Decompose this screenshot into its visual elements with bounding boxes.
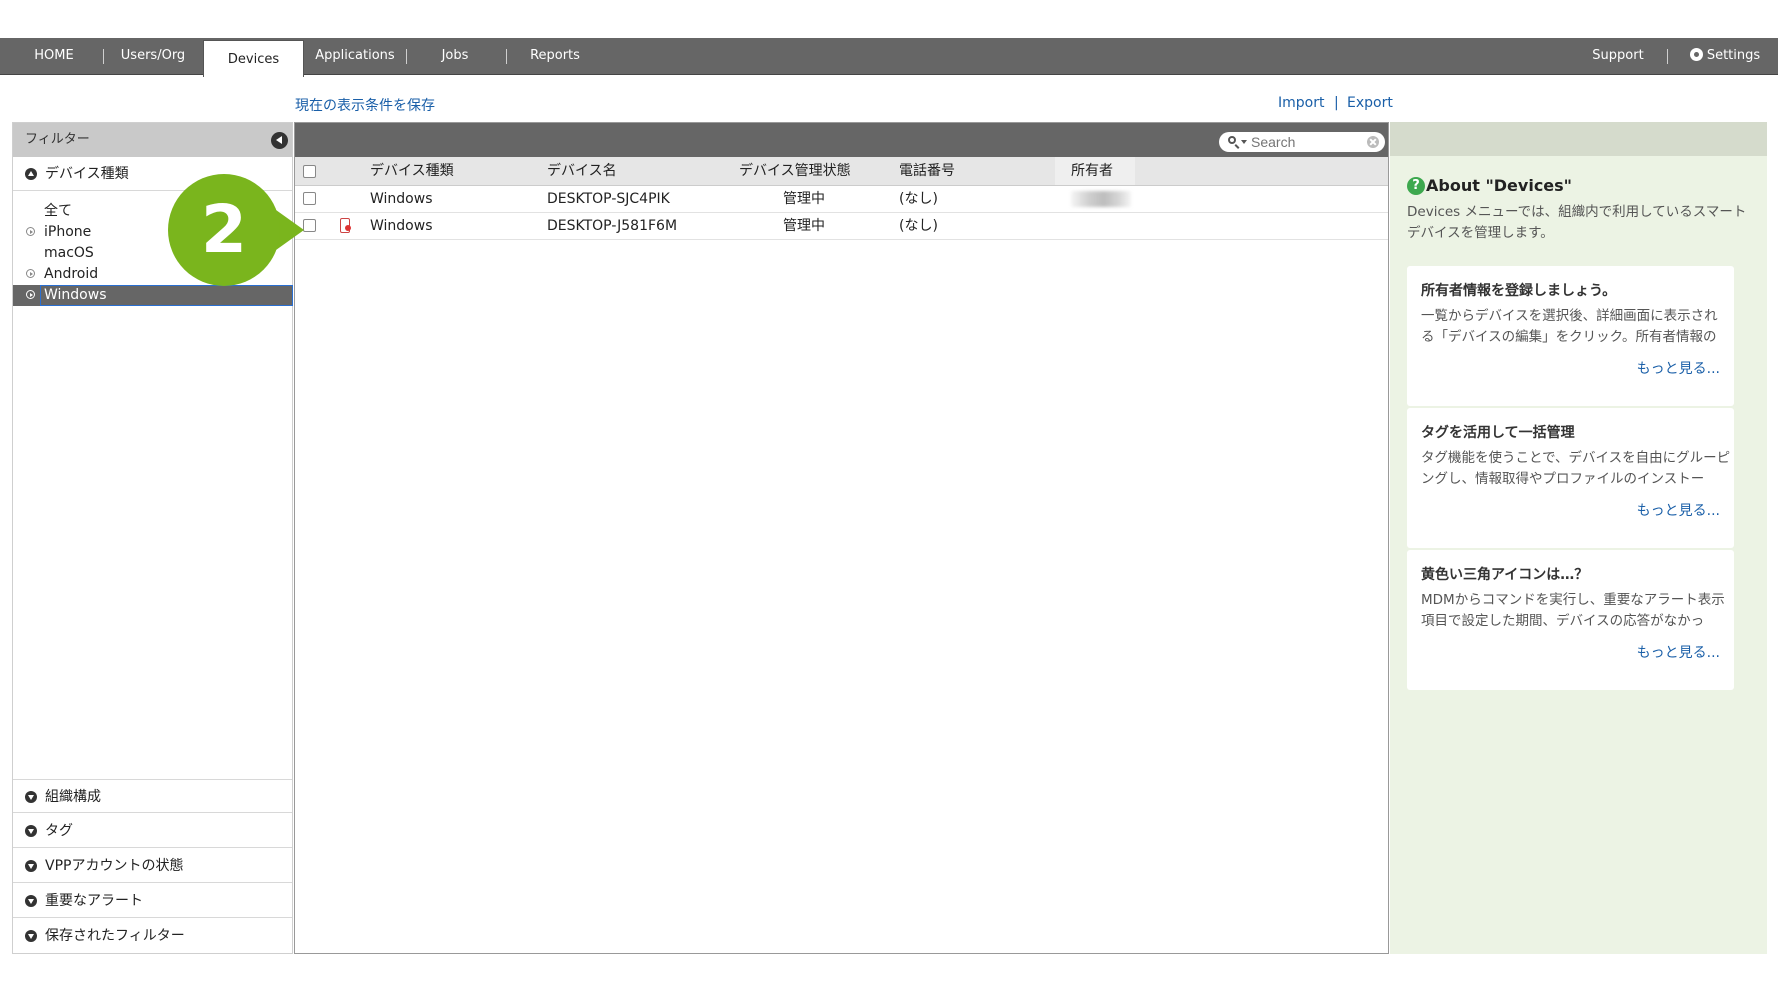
tab-users-org[interactable]: Users/Org	[110, 38, 196, 74]
cell-device-name: DESKTOP-SJC4PIK	[547, 191, 670, 207]
column-header-status[interactable]: デバイス管理状態	[739, 157, 851, 185]
tree-item-label: Android	[44, 266, 99, 282]
cell-phone: (なし)	[899, 218, 938, 234]
help-card: タグを活用して一括管理 タグ機能を使うことで、デバイスを自由にグルーピングし、情…	[1407, 408, 1734, 548]
card-title: 所有者情報を登録しましょう。	[1421, 283, 1617, 299]
export-link[interactable]: Export	[1347, 95, 1393, 111]
tab-jobs[interactable]: Jobs	[418, 38, 492, 74]
chevron-down-icon	[25, 825, 37, 837]
search-icon	[1228, 136, 1236, 144]
chevron-up-icon	[25, 168, 37, 180]
section-label: 組織構成	[45, 789, 101, 805]
expand-arrow-icon[interactable]	[26, 269, 35, 278]
settings-label: Settings	[1706, 48, 1761, 63]
nav-separator	[406, 49, 407, 64]
section-label: VPPアカウントの状態	[45, 858, 184, 874]
column-header-type[interactable]: デバイス種類	[370, 157, 454, 185]
chevron-down-icon	[25, 895, 37, 907]
cell-phone: (なし)	[899, 191, 938, 207]
nav-separator	[1667, 49, 1668, 64]
tree-item-label: macOS	[44, 245, 94, 261]
filter-title: フィルター	[25, 132, 90, 147]
card-body: タグ機能を使うことで、デバイスを自由にグルーピングし、情報取得やプロファイルのイ…	[1421, 450, 1731, 487]
dropdown-arrow-icon[interactable]	[1241, 140, 1247, 144]
settings-button[interactable]: Settings	[1678, 38, 1772, 74]
step-number: 2	[201, 191, 247, 268]
device-alert-icon	[340, 218, 351, 233]
section-label: デバイス種類	[45, 166, 129, 182]
chevron-down-icon	[25, 791, 37, 803]
section-org[interactable]: 組織構成	[13, 779, 292, 813]
tree-item-label: Windows	[44, 287, 107, 303]
card-title: 黄色い三角アイコンは…？	[1421, 567, 1589, 583]
cell-type: Windows	[370, 191, 433, 207]
help-description: Devices メニューでは、組織内で利用しているスマートデバイスを管理します。	[1407, 204, 1747, 241]
column-header-owner[interactable]: 所有者	[1055, 157, 1135, 185]
table-row[interactable]: Windows DESKTOP-J581F6M 管理中 (なし)	[295, 213, 1388, 240]
row-checkbox[interactable]	[303, 192, 316, 205]
tab-devices[interactable]: Devices	[203, 40, 304, 77]
expand-arrow-icon[interactable]	[26, 227, 35, 236]
tree-item-label: 全て	[44, 203, 72, 219]
section-saved-filters[interactable]: 保存されたフィルター	[13, 919, 292, 953]
expand-arrow-icon[interactable]	[26, 290, 35, 299]
tab-applications[interactable]: Applications	[312, 38, 398, 74]
clear-icon[interactable]	[1367, 136, 1379, 148]
nav-separator	[506, 49, 507, 64]
section-tags[interactable]: タグ	[13, 814, 292, 848]
help-icon: ?	[1407, 177, 1425, 195]
list-toolbar	[295, 123, 1388, 157]
help-panel: ? About "Devices" Devices メニューでは、組織内で利用し…	[1390, 122, 1767, 954]
row-checkbox[interactable]	[303, 219, 316, 232]
help-card: 黄色い三角アイコンは…？ MDMからコマンドを実行し、重要なアラート表示項目で設…	[1407, 550, 1734, 690]
chevron-down-icon	[25, 930, 37, 942]
help-card: 所有者情報を登録しましょう。 一覧からデバイスを選択後、詳細画面に表示される「デ…	[1407, 266, 1734, 406]
filter-header: フィルター	[13, 123, 292, 157]
device-list-panel: デバイス種類 デバイス名 デバイス管理状態 電話番号 所有者 Windows D…	[294, 122, 1389, 954]
search-input[interactable]	[1251, 134, 1361, 150]
import-link[interactable]: Import	[1278, 95, 1324, 111]
section-vpp[interactable]: VPPアカウントの状態	[13, 849, 292, 883]
save-view-link[interactable]: 現在の表示条件を保存	[295, 95, 435, 115]
card-title: タグを活用して一括管理	[1421, 425, 1575, 441]
support-link[interactable]: Support	[1580, 38, 1656, 74]
tab-home[interactable]: HOME	[14, 38, 94, 74]
cell-type: Windows	[370, 218, 433, 234]
cell-status: 管理中	[783, 218, 825, 234]
card-body: MDMからコマンドを実行し、重要なアラート表示項目で設定した期間、デバイスの応答…	[1421, 592, 1725, 629]
see-more-link[interactable]: もっと見る...	[1637, 358, 1720, 378]
card-body: 一覧からデバイスを選択後、詳細画面に表示される「デバイスの編集」をクリック。所有…	[1421, 308, 1718, 345]
help-title: About "Devices"	[1426, 176, 1573, 195]
cell-device-name: DESKTOP-J581F6M	[547, 218, 678, 234]
section-label: タグ	[45, 823, 73, 839]
column-header-phone[interactable]: 電話番号	[899, 157, 955, 185]
search-box[interactable]	[1219, 132, 1385, 152]
collapse-left-icon[interactable]	[271, 132, 288, 149]
section-alerts[interactable]: 重要なアラート	[13, 884, 292, 918]
top-nav: HOME Users/Org Devices Applications Jobs…	[0, 38, 1778, 77]
owner-blurred	[1071, 191, 1131, 207]
select-all-checkbox[interactable]	[303, 165, 316, 178]
tab-reports[interactable]: Reports	[520, 38, 590, 74]
section-label: 保存されたフィルター	[45, 928, 185, 944]
help-panel-header	[1390, 122, 1767, 156]
table-header: デバイス種類 デバイス名 デバイス管理状態 電話番号 所有者	[295, 157, 1388, 186]
tree-item-windows[interactable]: Windows	[13, 285, 293, 306]
see-more-link[interactable]: もっと見る...	[1637, 642, 1720, 662]
link-separator: |	[1334, 95, 1339, 111]
gear-icon	[1689, 48, 1703, 61]
column-header-name[interactable]: デバイス名	[547, 157, 617, 185]
nav-separator	[103, 49, 104, 64]
cell-status: 管理中	[783, 191, 825, 207]
tree-item-label: iPhone	[44, 224, 92, 240]
section-label: 重要なアラート	[45, 893, 143, 909]
chevron-down-icon	[25, 860, 37, 872]
see-more-link[interactable]: もっと見る...	[1637, 500, 1720, 520]
table-row[interactable]: Windows DESKTOP-SJC4PIK 管理中 (なし)	[295, 186, 1388, 213]
